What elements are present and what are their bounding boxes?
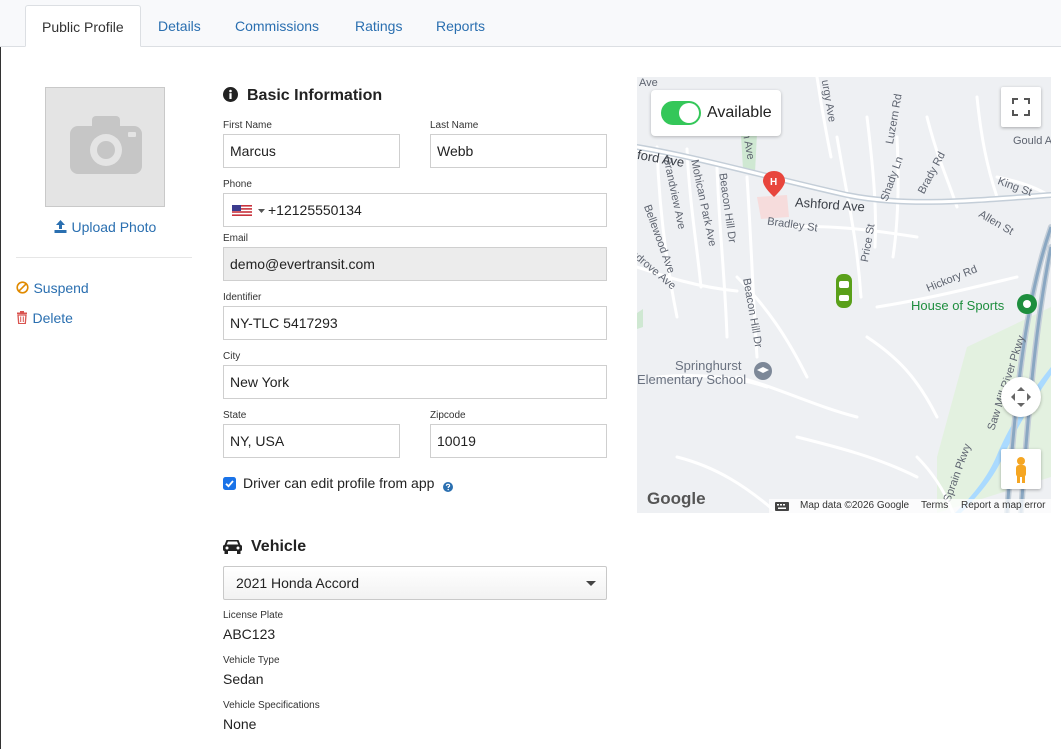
map-terms-link[interactable]: Terms xyxy=(921,500,948,511)
ban-icon xyxy=(16,281,29,294)
zipcode-field[interactable]: 10019 xyxy=(430,424,607,458)
trash-icon xyxy=(17,311,27,325)
phone-label: Phone xyxy=(223,179,252,190)
help-icon-wrap[interactable] xyxy=(443,479,453,497)
profile-photo xyxy=(45,87,165,207)
street-view-button[interactable] xyxy=(1001,449,1041,489)
vehicle-select-value: 2021 Honda Accord xyxy=(236,575,359,591)
basic-info-title: Basic Information xyxy=(247,87,383,104)
map-data-credit: Map data ©2026 Google xyxy=(800,500,910,511)
phone-field: +12125550134 xyxy=(223,193,607,227)
license-plate-label: License Plate xyxy=(223,610,284,621)
license-plate-value: ABC123 xyxy=(223,626,276,642)
vehicle-select[interactable]: 2021 Honda Accord xyxy=(223,566,607,600)
zipcode-label: Zipcode xyxy=(430,410,466,421)
map-view[interactable]: H Ashford Ave Bradley St Price St Beacon… xyxy=(637,77,1051,513)
street-label: Ave xyxy=(639,77,658,89)
google-logo: Google xyxy=(647,489,706,508)
suspend-link[interactable]: Suspend xyxy=(16,280,89,298)
camera-control-button[interactable] xyxy=(1001,377,1041,417)
first-name-field[interactable]: Marcus xyxy=(223,134,400,168)
availability-toggle[interactable] xyxy=(661,101,701,125)
edit-profile-checkbox[interactable] xyxy=(223,477,236,495)
checkbox-checked-icon xyxy=(223,477,236,490)
tab-details[interactable]: Details xyxy=(142,5,217,47)
tab-bar: Public Profile Details Commissions Ratin… xyxy=(0,0,1061,47)
poi-label: House of Sports xyxy=(911,298,1005,313)
poi-label: Elementary School xyxy=(637,372,747,387)
info-circle-icon xyxy=(223,87,238,102)
vehicle-type-value: Sedan xyxy=(223,671,264,687)
suspend-label: Suspend xyxy=(33,280,89,296)
delete-link[interactable]: Delete xyxy=(16,310,73,328)
availability-card: Available xyxy=(651,90,781,136)
upload-photo-label: Upload Photo xyxy=(71,219,157,235)
email-field: demo@evertransit.com xyxy=(223,247,607,281)
upload-photo-link[interactable]: Upload Photo xyxy=(54,219,156,237)
caret-down-icon xyxy=(258,209,265,213)
identifier-field[interactable]: NY-TLC 5417293 xyxy=(223,306,607,340)
identifier-label: Identifier xyxy=(223,292,262,303)
question-circle-icon xyxy=(443,482,453,492)
tab-reports[interactable]: Reports xyxy=(420,5,501,47)
move-arrows-icon xyxy=(1011,387,1031,407)
fullscreen-button[interactable] xyxy=(1001,87,1041,127)
vehicle-specs-label: Vehicle Specifications xyxy=(223,700,320,711)
vehicle-title: Vehicle xyxy=(251,538,307,555)
poi-label: Springhurst xyxy=(675,358,742,373)
vehicle-specs-value: None xyxy=(223,716,257,732)
basic-info-header xyxy=(223,87,238,105)
report-map-error-link[interactable]: Report a map error xyxy=(961,500,1045,511)
tab-ratings[interactable]: Ratings xyxy=(339,5,418,47)
street-label: Gould A xyxy=(1013,135,1051,147)
tab-public-profile[interactable]: Public Profile xyxy=(25,5,141,47)
last-name-label: Last Name xyxy=(430,120,479,131)
svg-text:H: H xyxy=(770,177,777,188)
map-roads: H xyxy=(637,77,1051,513)
city-field[interactable]: New York xyxy=(223,365,607,399)
state-label: State xyxy=(223,410,247,421)
fullscreen-icon xyxy=(1012,98,1030,116)
delete-label: Delete xyxy=(32,310,73,326)
first-name-label: First Name xyxy=(223,120,272,131)
map-footer: Map data ©2026 Google Terms Report a map… xyxy=(769,499,1051,513)
email-label: Email xyxy=(223,233,249,244)
camera-icon xyxy=(70,116,142,174)
phone-number-input[interactable]: +12125550134 xyxy=(268,194,362,226)
vehicle-header xyxy=(223,539,242,559)
last-name-field[interactable]: Webb xyxy=(430,134,607,168)
keyboard-icon xyxy=(775,502,789,511)
left-divider xyxy=(16,257,192,258)
us-flag-icon xyxy=(232,205,252,216)
availability-label: Available xyxy=(707,104,772,121)
caret-down-icon xyxy=(586,581,596,586)
pegman-icon xyxy=(1016,457,1026,483)
state-field[interactable]: NY, USA xyxy=(223,424,400,458)
car-icon xyxy=(223,540,242,554)
vehicle-type-label: Vehicle Type xyxy=(223,655,280,666)
city-label: City xyxy=(223,351,241,362)
upload-icon xyxy=(54,220,67,233)
tab-commissions[interactable]: Commissions xyxy=(219,5,335,47)
edit-profile-label: Driver can edit profile from app xyxy=(243,475,435,491)
